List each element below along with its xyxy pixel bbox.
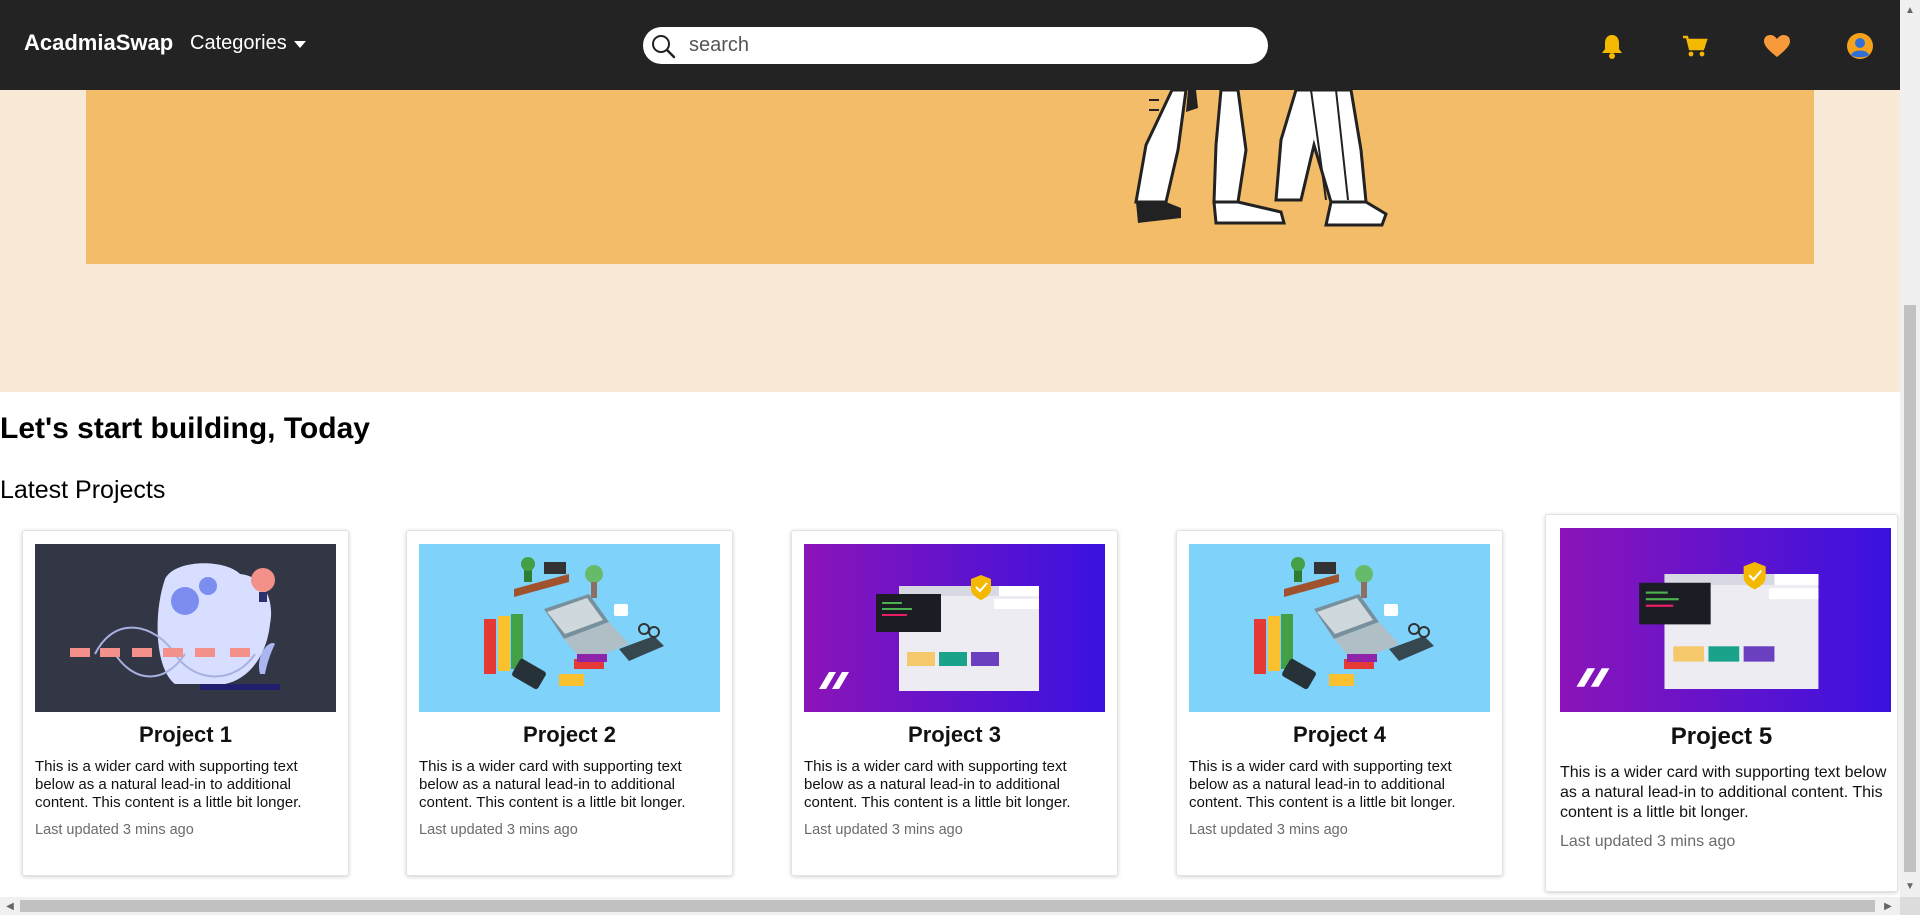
section-heading: Latest Projects	[0, 476, 166, 504]
hero-banner	[86, 90, 1814, 264]
categories-label: Categories	[190, 32, 287, 54]
project-image	[1189, 544, 1490, 712]
project-updated: Last updated 3 mins ago	[35, 822, 194, 838]
project-updated: Last updated 3 mins ago	[1189, 822, 1348, 838]
project-description: This is a wider card with supporting tex…	[1560, 764, 1887, 821]
project-title[interactable]: Project 5	[1546, 723, 1897, 751]
search-input[interactable]	[687, 33, 1231, 58]
vertical-scrollbar[interactable]: ▲ ▼	[1900, 0, 1920, 897]
vertical-scroll-thumb[interactable]	[1904, 305, 1916, 872]
project-updated: Last updated 3 mins ago	[419, 822, 578, 838]
top-navbar: AcadmiaSwap Categories	[0, 0, 1900, 90]
project-title[interactable]: Project 2	[407, 722, 732, 748]
horizontal-scrollbar[interactable]: ◀ ▶	[0, 897, 1900, 915]
scroll-down-icon[interactable]: ▼	[1902, 878, 1918, 894]
hero-illustration	[1134, 90, 1388, 227]
project-card-5[interactable]: Project 5 This is a wider card with supp…	[1545, 514, 1898, 892]
project-card-2[interactable]: Project 2 This is a wider card with supp…	[406, 530, 733, 876]
bell-icon[interactable]	[1598, 32, 1626, 60]
scrollbar-corner	[1900, 897, 1920, 915]
cart-icon[interactable]	[1681, 32, 1709, 60]
brand-logo[interactable]: AcadmiaSwap	[24, 30, 173, 56]
project-updated: Last updated 3 mins ago	[1560, 833, 1736, 850]
search-bar[interactable]	[643, 27, 1268, 64]
project-image	[1560, 528, 1891, 712]
heart-icon[interactable]	[1763, 32, 1791, 60]
scroll-right-icon[interactable]: ▶	[1880, 898, 1896, 914]
project-description: This is a wider card with supporting tex…	[1189, 758, 1456, 811]
project-card-1[interactable]: Project 1 This is a wider card with supp…	[22, 530, 349, 876]
project-updated: Last updated 3 mins ago	[804, 822, 963, 838]
project-description: This is a wider card with supporting tex…	[804, 758, 1071, 811]
scroll-up-icon[interactable]: ▲	[1902, 2, 1918, 18]
project-description: This is a wider card with supporting tex…	[419, 758, 686, 811]
project-title[interactable]: Project 1	[23, 722, 348, 748]
scroll-left-icon[interactable]: ◀	[2, 898, 18, 914]
search-icon	[652, 34, 676, 58]
project-title[interactable]: Project 4	[1177, 722, 1502, 748]
user-avatar-icon[interactable]	[1846, 32, 1874, 60]
project-image	[804, 544, 1105, 712]
page-heading: Let's start building, Today	[0, 412, 370, 445]
project-card-3[interactable]: Project 3 This is a wider card with supp…	[791, 530, 1118, 876]
project-description: This is a wider card with supporting tex…	[35, 758, 302, 811]
project-image	[35, 544, 336, 712]
project-card-4[interactable]: Project 4 This is a wider card with supp…	[1176, 530, 1503, 876]
project-image	[419, 544, 720, 712]
caret-down-icon	[293, 40, 306, 48]
categories-dropdown[interactable]: Categories	[190, 32, 307, 55]
project-title[interactable]: Project 3	[792, 722, 1117, 748]
horizontal-scroll-thumb[interactable]	[20, 900, 1875, 912]
